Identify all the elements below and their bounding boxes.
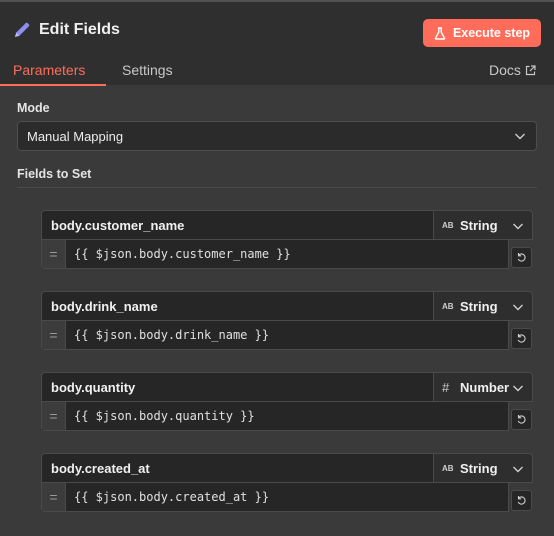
- equals-icon: =: [42, 240, 66, 268]
- field-type-select[interactable]: AB String: [433, 453, 533, 483]
- execute-step-label: Execute step: [452, 26, 531, 40]
- docs-label: Docs: [489, 62, 521, 78]
- field-type-value: String: [460, 217, 498, 233]
- field-type-select[interactable]: AB String: [433, 210, 533, 240]
- field-type-select[interactable]: AB String: [433, 291, 533, 321]
- tab-settings[interactable]: Settings: [122, 62, 173, 78]
- number-type-icon: #: [442, 379, 450, 395]
- field-row: body.drink_name AB String = {{ $json.bod…: [41, 291, 533, 350]
- field-type-select[interactable]: # Number: [433, 372, 533, 402]
- field-value-input[interactable]: = {{ $json.body.created_at }}: [41, 482, 509, 512]
- field-value-input[interactable]: = {{ $json.body.drink_name }}: [41, 320, 509, 350]
- field-name-input[interactable]: body.drink_name: [41, 291, 433, 321]
- fields-to-set-label: Fields to Set: [17, 167, 92, 181]
- string-type-icon: AB: [442, 463, 454, 473]
- chevron-down-icon: [513, 385, 523, 392]
- tab-parameters[interactable]: Parameters: [13, 62, 85, 78]
- chevron-down-icon: [513, 223, 523, 230]
- field-expression: {{ $json.body.customer_name }}: [74, 247, 291, 261]
- active-tab-indicator: [0, 84, 106, 86]
- reset-icon: [517, 496, 526, 505]
- reset-icon: [517, 415, 526, 424]
- external-link-icon: [525, 64, 536, 75]
- string-type-icon: AB: [442, 301, 454, 311]
- field-expression: {{ $json.body.created_at }}: [74, 490, 270, 504]
- field-type-value: Number: [460, 379, 510, 395]
- reset-icon: [517, 253, 526, 262]
- reset-icon: [517, 334, 526, 343]
- field-name-input[interactable]: body.customer_name: [41, 210, 433, 240]
- execute-step-button[interactable]: Execute step: [423, 19, 541, 47]
- docs-link[interactable]: Docs: [489, 62, 536, 78]
- mode-value: Manual Mapping: [27, 128, 124, 144]
- field-expression: {{ $json.body.drink_name }}: [74, 328, 270, 342]
- reset-value-button[interactable]: [511, 247, 532, 268]
- page-title: Edit Fields: [39, 21, 120, 38]
- field-name-input[interactable]: body.quantity: [41, 372, 433, 402]
- field-value-input[interactable]: = {{ $json.body.quantity }}: [41, 401, 509, 431]
- field-row: body.customer_name AB String = {{ $json.…: [41, 210, 533, 269]
- field-type-value: String: [460, 460, 498, 476]
- string-type-icon: AB: [442, 220, 454, 230]
- equals-icon: =: [42, 483, 66, 511]
- node-header: Edit Fields Execute step Parameters Sett…: [0, 2, 554, 87]
- reset-value-button[interactable]: [511, 328, 532, 349]
- field-row: body.created_at AB String = {{ $json.bod…: [41, 453, 533, 512]
- tab-bar: Parameters Settings Docs: [0, 58, 554, 87]
- field-name-input[interactable]: body.created_at: [41, 453, 433, 483]
- reset-value-button[interactable]: [511, 409, 532, 430]
- mode-label: Mode: [17, 101, 50, 115]
- flask-icon: [434, 26, 446, 40]
- chevron-down-icon: [513, 466, 523, 473]
- chevron-down-icon: [513, 304, 523, 311]
- mode-select[interactable]: Manual Mapping: [17, 121, 537, 151]
- field-value-input[interactable]: = {{ $json.body.customer_name }}: [41, 239, 509, 269]
- equals-icon: =: [42, 321, 66, 349]
- section-divider: [17, 187, 537, 188]
- equals-icon: =: [42, 402, 66, 430]
- field-type-value: String: [460, 298, 498, 314]
- field-row: body.quantity # Number = {{ $json.body.q…: [41, 372, 533, 431]
- reset-value-button[interactable]: [511, 490, 532, 511]
- title-row: Edit Fields: [12, 20, 120, 40]
- field-expression: {{ $json.body.quantity }}: [74, 409, 255, 423]
- pencil-icon: [15, 22, 30, 37]
- chevron-down-icon: [515, 133, 525, 140]
